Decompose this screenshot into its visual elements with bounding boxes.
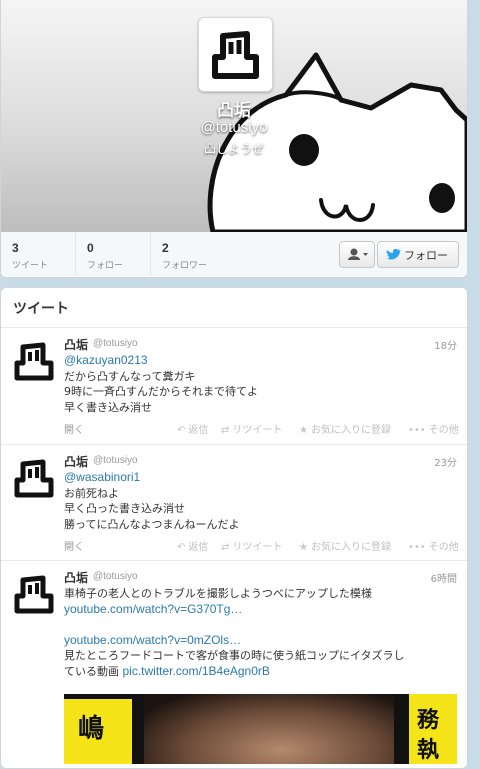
tweet-avatar-icon[interactable] (11, 455, 57, 501)
tweet-line: 勝ってに凸んなよつまんねーんだよ (64, 517, 240, 531)
stat-tweets-count: 3 (12, 241, 19, 255)
media-sign-left: 嶋 (64, 694, 132, 764)
stat-following-count: 0 (87, 241, 94, 255)
tweet-mention-link[interactable]: @wasabinori1 (64, 470, 140, 484)
tweet-timestamp[interactable]: 6時間 (431, 570, 457, 585)
media-sign-strip (64, 694, 132, 699)
tweet-timestamp[interactable]: 23分 (434, 454, 457, 469)
stat-following[interactable]: 0 フォロー (76, 232, 151, 276)
tweet-youtube-link[interactable]: youtube.com/watch?v=0mZOls… (64, 633, 241, 647)
tweet-line: 見たところフードコートで客が食事の時に使う紙コップにイタズラし (64, 649, 405, 662)
stat-followers-count: 2 (162, 241, 169, 255)
tweet-author-name[interactable]: 凸垢 (64, 336, 88, 353)
tweet-expand-link[interactable]: 開く (64, 538, 84, 553)
tweet-author-handle[interactable]: @totusiyo (93, 571, 138, 582)
tweet-youtube-link[interactable]: youtube.com/watch?v=G370Tg… (64, 602, 242, 616)
tweet-retweet-action[interactable]: ⇄ リツイート (221, 538, 282, 553)
media-sign-text: 執 (417, 738, 440, 763)
tweet-item[interactable]: 凸垢 @totusiyo 23分 @wasabinori1 お前死ねよ 早く凸っ… (1, 445, 467, 560)
totsu-avatar-icon (212, 31, 259, 79)
stat-followers[interactable]: 2 フォロワー (151, 232, 239, 276)
tweet-timestamp[interactable]: 18分 (434, 337, 457, 352)
retweet-icon: ⇄ (221, 542, 230, 553)
tweet-line: 9時に一斉凸すんだからそれまで待てよ (64, 385, 258, 398)
tweet-line: だから凸すんなって糞ガキ (64, 369, 196, 383)
tweet-media-image[interactable]: 嶋 務 執 (64, 694, 457, 764)
more-icon: ••• (408, 425, 426, 436)
stat-followers-label: フォロワー (162, 261, 208, 271)
tweet-author-handle[interactable]: @totusiyo (93, 455, 138, 466)
tweet-author-name[interactable]: 凸垢 (64, 569, 88, 586)
follow-button[interactable]: フォロー (377, 241, 459, 268)
media-sign-text: 嶋 (78, 714, 105, 744)
profile-avatar[interactable] (198, 17, 273, 92)
tweet-text: @kazuyan0213 だから凸すんなって糞ガキ 9時に一斉凸すんだからそれま… (64, 353, 459, 415)
stat-following-label: フォロー (87, 261, 124, 271)
tweet-pic-link[interactable]: pic.twitter.com/1B4eAgn0rB (123, 664, 270, 678)
tweet-avatar-icon[interactable] (11, 338, 57, 384)
tweet-line: 車椅子の老人とのトラブルを撮影しようつべにアップした模様 (64, 587, 372, 600)
tweet-expand-link[interactable]: 開く (64, 421, 84, 436)
tweets-card: ツイート 凸垢 @totusiyo 18分 @kazuyan0213 だから凸す… (0, 287, 468, 769)
twitter-bird-icon (386, 249, 401, 260)
stat-tweets-label: ツイート (12, 261, 49, 271)
tweet-retweet-action[interactable]: ⇄ リツイート (221, 421, 282, 436)
tweet-text: 車椅子の老人とのトラブルを撮影しようつべにアップした模様 youtube.com… (64, 586, 459, 679)
tweet-line: 早く書き込み消せ (64, 400, 152, 414)
retweet-icon: ⇄ (221, 425, 230, 436)
tweet-reply-action[interactable]: ↶ 返信 (177, 538, 208, 553)
reply-icon: ↶ (177, 425, 186, 436)
reply-icon: ↶ (177, 542, 186, 553)
tweet-line: お前死ねよ (64, 486, 119, 500)
star-icon: ★ (299, 425, 308, 436)
tweet-reply-action[interactable]: ↶ 返信 (177, 421, 208, 436)
tweet-item[interactable]: 凸垢 @totusiyo 18分 @kazuyan0213 だから凸すんなって糞… (1, 328, 467, 444)
user-dropdown-icon (348, 248, 368, 260)
tweet-more-action[interactable]: ••• その他 (408, 538, 459, 553)
media-photo-area (144, 694, 394, 764)
tweet-text: @wasabinori1 お前死ねよ 早く凸った書き込み消せ 勝ってに凸んなよつ… (64, 470, 459, 532)
tweets-heading: ツイート (13, 301, 69, 317)
media-sign-text: 務 (417, 708, 440, 733)
tweet-line: 早く凸った書き込み消せ (64, 502, 185, 515)
profile-card: 凸垢 @totusiyo 凸しようぜ 3 ツイート 0 フォロー 2 フォロワー (0, 0, 468, 278)
profile-banner: 凸垢 @totusiyo 凸しようぜ (1, 0, 467, 232)
tweet-line: ている動画 (64, 664, 119, 678)
user-actions-button[interactable] (339, 241, 375, 268)
stat-tweets[interactable]: 3 ツイート (1, 232, 76, 276)
tweet-avatar-icon[interactable] (11, 571, 57, 617)
tweet-favorite-action[interactable]: ★ お気に入りに登録 (299, 421, 391, 436)
tweet-favorite-action[interactable]: ★ お気に入りに登録 (299, 538, 391, 553)
media-sign-right: 務 執 (409, 694, 457, 764)
tweet-more-action[interactable]: ••• その他 (408, 421, 459, 436)
tweet-author-handle[interactable]: @totusiyo (93, 338, 138, 349)
follow-button-label: フォロー (404, 249, 448, 262)
star-icon: ★ (299, 542, 308, 553)
profile-name: 凸垢 (217, 101, 251, 120)
profile-handle: @totusiyo (200, 119, 268, 136)
tweet-mention-link[interactable]: @kazuyan0213 (64, 353, 148, 367)
profile-bio: 凸しようぜ (203, 142, 264, 156)
tweet-author-name[interactable]: 凸垢 (64, 453, 88, 470)
more-icon: ••• (408, 542, 426, 553)
